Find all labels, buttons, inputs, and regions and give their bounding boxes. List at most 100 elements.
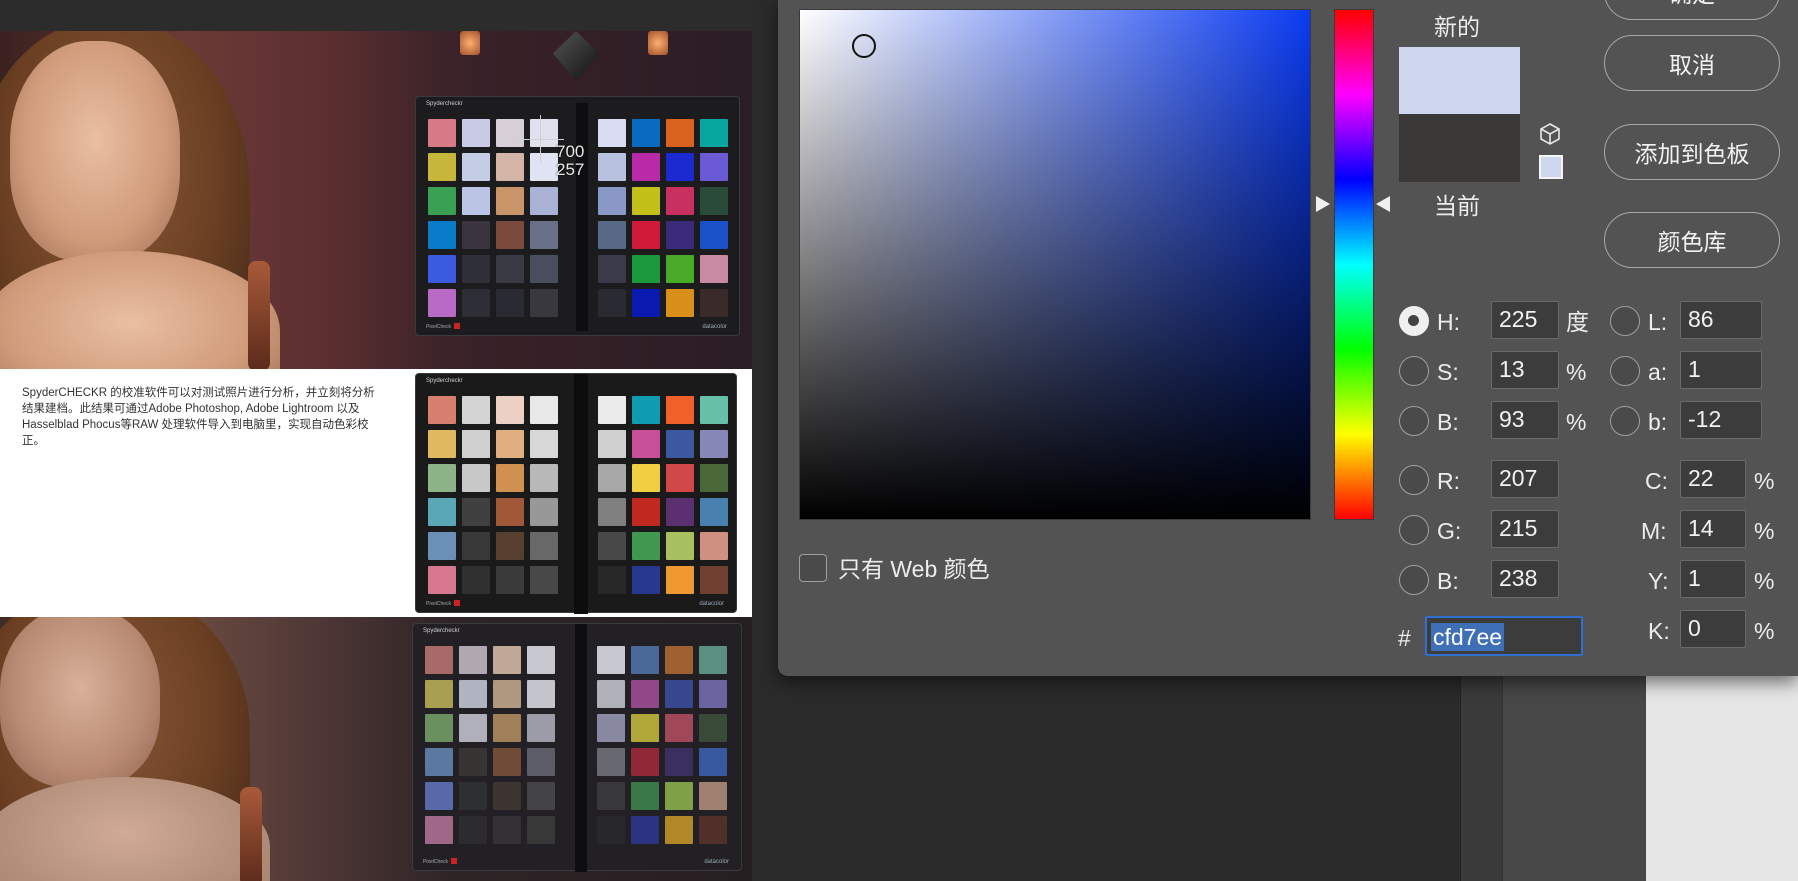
hue-slider-handle-right[interactable]	[1376, 196, 1390, 212]
saturation-brightness-field[interactable]	[799, 9, 1311, 520]
hue-label: H:	[1437, 309, 1460, 335]
radio-lab-a[interactable]	[1610, 356, 1640, 386]
green-input[interactable]: 215	[1491, 510, 1559, 548]
checker-pen-label: PixelCheck	[426, 324, 452, 330]
checker-spine-mid	[574, 374, 588, 614]
radio-blue[interactable]	[1399, 565, 1429, 595]
checker-patch	[700, 153, 728, 181]
radio-lab-b[interactable]	[1610, 406, 1640, 436]
radio-lightness[interactable]	[1610, 306, 1640, 336]
checker-patch	[527, 714, 555, 742]
checker-patch	[666, 396, 694, 424]
checker-patch	[496, 119, 524, 147]
add-to-swatches-button[interactable]: 添加到色板	[1604, 124, 1780, 180]
green-label: G:	[1437, 518, 1462, 544]
panel-strip-c	[1646, 670, 1798, 881]
checker-patch	[527, 816, 555, 844]
checker-patch	[631, 680, 659, 708]
checker-patch	[462, 464, 490, 492]
brightness-unit: %	[1566, 409, 1587, 435]
checker-patch	[425, 816, 453, 844]
checker-patch	[428, 255, 456, 283]
red-label: R:	[1437, 468, 1460, 494]
hue-slider-handle-left[interactable]	[1316, 196, 1330, 212]
ok-button-label: 确定	[1669, 0, 1715, 9]
checker-patch	[496, 187, 524, 215]
checker-patch	[598, 187, 626, 215]
checker-patch	[462, 498, 490, 526]
checker-pen-label-mid: PixelCheck	[426, 601, 452, 607]
checker-patch	[632, 430, 660, 458]
black-label: K:	[1648, 618, 1670, 644]
checker-patch	[428, 153, 456, 181]
checker-patch	[666, 289, 694, 317]
radio-red[interactable]	[1399, 465, 1429, 495]
checker-patch	[493, 714, 521, 742]
lab-a-input[interactable]: 1	[1680, 351, 1762, 389]
document-canvas[interactable]: Spydercheckr PixelCheck datacolor 700 25…	[0, 0, 752, 881]
checker-patch	[700, 396, 728, 424]
out-of-gamut-cube-icon[interactable]	[1539, 122, 1561, 146]
hex-input[interactable]: cfd7ee	[1425, 616, 1583, 656]
checker-patch	[700, 119, 728, 147]
checker-patch	[699, 646, 727, 674]
checker-patch	[530, 430, 558, 458]
red-input[interactable]: 207	[1491, 460, 1559, 498]
magenta-label: M:	[1641, 518, 1667, 544]
checker-patch	[700, 464, 728, 492]
checker-patch	[597, 680, 625, 708]
checker-patch	[527, 680, 555, 708]
checker-patch	[527, 646, 555, 674]
cyan-label: C:	[1645, 468, 1668, 494]
checker-patch	[496, 221, 524, 249]
yellow-input[interactable]: 1	[1680, 560, 1746, 598]
current-color-swatch[interactable]	[1399, 114, 1520, 182]
checker-patch	[665, 714, 693, 742]
checker-patch	[700, 289, 728, 317]
photo-bottom: Spydercheckr PixelCheck datacolor	[0, 617, 752, 881]
hue-slider[interactable]	[1334, 9, 1374, 520]
checker-patch	[462, 119, 490, 147]
checker-patch	[496, 153, 524, 181]
checker-patch	[428, 498, 456, 526]
checker-patch	[597, 714, 625, 742]
saturation-input[interactable]: 13	[1491, 351, 1559, 389]
radio-hue[interactable]	[1399, 306, 1429, 336]
black-input[interactable]: 0	[1680, 610, 1746, 648]
screen: Spydercheckr PixelCheck datacolor 700 25…	[0, 0, 1798, 881]
web-safe-swatch[interactable]	[1539, 155, 1563, 179]
radio-green[interactable]	[1399, 515, 1429, 545]
color-libraries-button[interactable]: 颜色库	[1604, 212, 1780, 268]
checker-patch	[666, 464, 694, 492]
checker-patch	[631, 646, 659, 674]
checker-patch	[666, 498, 694, 526]
yellow-unit: %	[1754, 568, 1775, 594]
checker-patch	[631, 748, 659, 776]
checker-patch	[462, 187, 490, 215]
hue-input[interactable]: 225	[1491, 301, 1559, 339]
checker-patch	[598, 289, 626, 317]
checker-patch	[428, 119, 456, 147]
lightness-label: L:	[1648, 309, 1668, 335]
lab-b-input[interactable]: -12	[1680, 401, 1762, 439]
lightness-input[interactable]: 86	[1680, 301, 1762, 339]
checker-patch	[699, 748, 727, 776]
blue-input[interactable]: 238	[1491, 560, 1559, 598]
checker-patch	[530, 498, 558, 526]
checker-pen-dot-mid	[454, 600, 460, 606]
cancel-button[interactable]: 取消	[1604, 35, 1780, 91]
canvas-top-strip	[0, 0, 752, 31]
radio-brightness[interactable]	[1399, 406, 1429, 436]
brightness-input[interactable]: 93	[1491, 401, 1559, 439]
magenta-input[interactable]: 14	[1680, 510, 1746, 548]
web-colors-only-checkbox[interactable]	[799, 554, 827, 582]
checker-patch	[530, 289, 558, 317]
checker-patch	[530, 464, 558, 492]
radio-saturation[interactable]	[1399, 356, 1429, 386]
color-field-marker[interactable]	[852, 34, 876, 58]
sphere-mount	[553, 31, 599, 81]
cyan-input[interactable]: 22	[1680, 460, 1746, 498]
checker-patch	[527, 782, 555, 810]
ok-button[interactable]: 确定	[1604, 0, 1780, 20]
checker-patch	[666, 187, 694, 215]
